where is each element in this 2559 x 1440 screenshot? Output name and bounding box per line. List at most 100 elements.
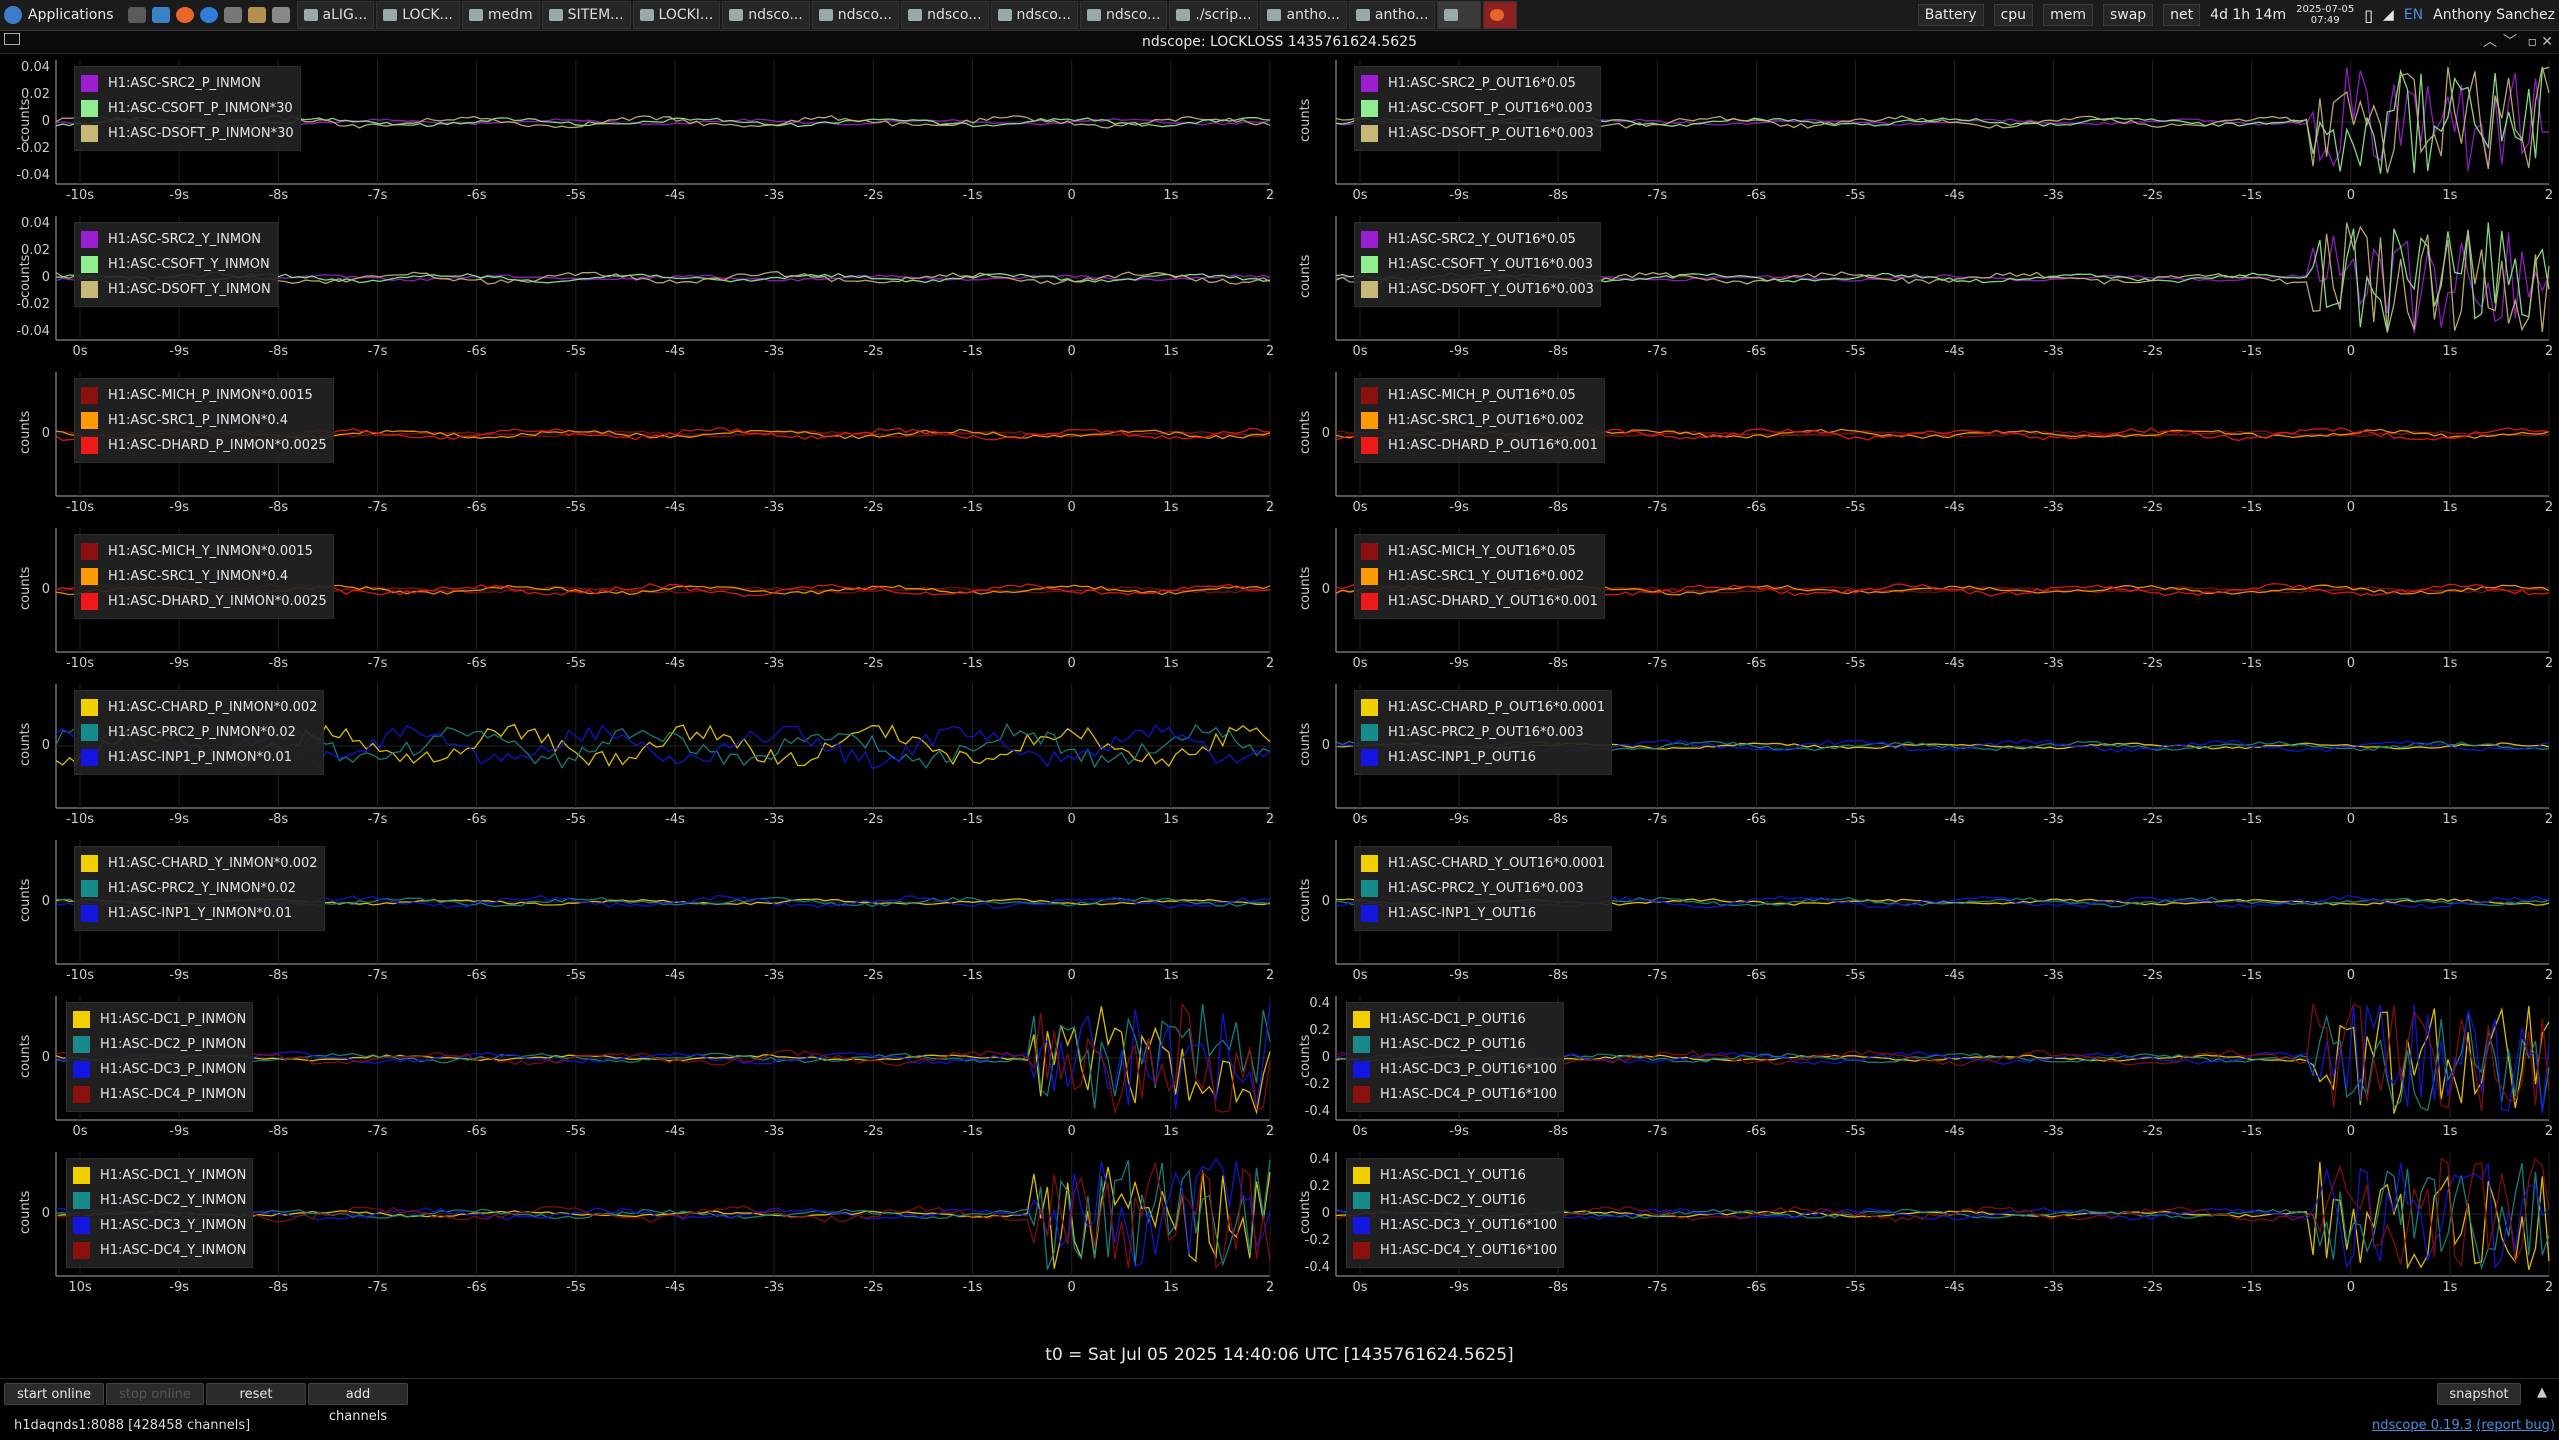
legend-entry[interactable]: H1:ASC-DC1_P_OUT16 (1353, 1007, 1557, 1032)
legend-entry[interactable]: H1:ASC-MICH_P_INMON*0.0015 (81, 383, 327, 408)
task-button[interactable]: LOCK... (376, 1, 460, 29)
add-channels-button[interactable]: add channels (308, 1383, 408, 1424)
task-button[interactable]: ndsco... (990, 1, 1078, 29)
legend-entry[interactable]: H1:ASC-MICH_Y_OUT16*0.05 (1361, 539, 1598, 564)
legend-entry[interactable]: H1:ASC-SRC1_Y_OUT16*0.002 (1361, 564, 1598, 589)
task-button[interactable]: SITEM... (541, 1, 631, 29)
legend-entry[interactable]: H1:ASC-DC2_P_OUT16 (1353, 1032, 1557, 1057)
maximize-icon[interactable]: ▫ (2528, 31, 2538, 53)
legend-entry[interactable]: H1:ASC-CSOFT_P_INMON*30 (81, 96, 294, 121)
mem-monitor[interactable]: mem (2043, 4, 2093, 26)
plot-legend[interactable]: H1:ASC-MICH_Y_INMON*0.0015 H1:ASC-SRC1_Y_… (74, 534, 334, 619)
tools-launcher-icon[interactable] (247, 7, 266, 23)
plot-legend[interactable]: H1:ASC-MICH_Y_OUT16*0.05 H1:ASC-SRC1_Y_OU… (1354, 534, 1605, 619)
legend-entry[interactable]: H1:ASC-PRC2_P_OUT16*0.003 (1361, 720, 1605, 745)
task-button[interactable]: ndsco... (1079, 1, 1168, 29)
legend-entry[interactable]: H1:ASC-DHARD_P_OUT16*0.001 (1361, 433, 1598, 458)
window-menu-icon[interactable] (4, 33, 20, 45)
legend-entry[interactable]: H1:ASC-DC3_Y_OUT16*100 (1353, 1213, 1557, 1238)
legend-entry[interactable]: H1:ASC-SRC1_Y_INMON*0.4 (81, 564, 327, 589)
plot-panel[interactable]: 0s -9s -8s -7s -6s -5s -4s -3s -2s -1s 0 1s 2 counts H… (1280, 60, 2559, 210)
applications-menu[interactable]: Applications (0, 0, 122, 30)
legend-entry[interactable]: H1:ASC-INP1_Y_OUT16 (1361, 901, 1605, 926)
plot-legend[interactable]: H1:ASC-CHARD_P_INMON*0.002 H1:ASC-PRC2_P_… (74, 690, 325, 775)
firefox-launcher-icon[interactable] (175, 7, 194, 23)
plot-legend[interactable]: H1:ASC-SRC2_Y_INMON H1:ASC-CSOFT_Y_INMON H… (74, 222, 278, 307)
plot-legend[interactable]: H1:ASC-DC1_P_OUT16 H1:ASC-DC2_P_OUT16 H1:A… (1346, 1002, 1565, 1112)
legend-entry[interactable]: H1:ASC-DC3_P_INMON (73, 1057, 246, 1082)
task-button[interactable]: ndsco... (901, 1, 989, 29)
plot-legend[interactable]: H1:ASC-CHARD_Y_INMON*0.002 H1:ASC-PRC2_Y_… (74, 846, 325, 931)
legend-entry[interactable]: H1:ASC-SRC2_Y_INMON (81, 227, 271, 252)
plot-legend[interactable]: H1:ASC-MICH_P_OUT16*0.05 H1:ASC-SRC1_P_OU… (1354, 378, 1605, 463)
swap-monitor[interactable]: swap (2102, 4, 2154, 26)
task-firefox[interactable] (1483, 1, 1518, 29)
plot-panel[interactable]: 0s -9s -8s -7s -6s -5s -4s -3s -2s -1s 0 1s 2 0.4 0.2 0… (1280, 1152, 2559, 1302)
legend-entry[interactable]: H1:ASC-DSOFT_Y_INMON (81, 277, 271, 302)
task-active-window[interactable] (1437, 1, 1482, 29)
plot-panel[interactable]: 10s -9s -8s -7s -6s -5s -4s -3s -2s -1s 0 1s 2 0 count… (0, 1152, 1280, 1302)
legend-entry[interactable]: H1:ASC-DHARD_Y_INMON*0.0025 (81, 589, 327, 614)
plot-panel[interactable]: -10s -9s -8s -7s -6s -5s -4s -3s -2s -1s 0 1s 2 0 coun… (0, 684, 1280, 834)
legend-entry[interactable]: H1:ASC-SRC2_Y_OUT16*0.05 (1361, 227, 1594, 252)
legend-entry[interactable]: H1:ASC-DC4_Y_OUT16*100 (1353, 1238, 1557, 1263)
task-button[interactable]: LOCKI... (632, 1, 721, 29)
plot-legend[interactable]: H1:ASC-DC1_Y_OUT16 H1:ASC-DC2_Y_OUT16 H1:A… (1346, 1158, 1565, 1268)
net-monitor[interactable]: net (2163, 4, 2201, 26)
legend-entry[interactable]: H1:ASC-DSOFT_P_INMON*30 (81, 121, 294, 146)
legend-entry[interactable]: H1:ASC-DSOFT_P_OUT16*0.003 (1361, 121, 1594, 146)
terminal-launcher-icon[interactable] (127, 7, 146, 23)
legend-entry[interactable]: H1:ASC-DSOFT_Y_OUT16*0.003 (1361, 277, 1594, 302)
legend-entry[interactable]: H1:ASC-CSOFT_P_OUT16*0.003 (1361, 96, 1594, 121)
legend-entry[interactable]: H1:ASC-INP1_P_OUT16 (1361, 745, 1605, 770)
legend-entry[interactable]: H1:ASC-PRC2_P_INMON*0.02 (81, 720, 317, 745)
plot-panel[interactable]: -10s -9s -8s -7s -6s -5s -4s -3s -2s -1s 0 1s 2 0.04 0… (0, 60, 1280, 210)
legend-entry[interactable]: H1:ASC-INP1_Y_INMON*0.01 (81, 901, 318, 926)
plot-panel[interactable]: 0s -9s -8s -7s -6s -5s -4s -3s -2s -1s 0 1s 2 0 counts… (1280, 528, 2559, 678)
legend-entry[interactable]: H1:ASC-DHARD_P_INMON*0.0025 (81, 433, 327, 458)
legend-entry[interactable]: H1:ASC-CSOFT_Y_OUT16*0.003 (1361, 252, 1594, 277)
legend-entry[interactable]: H1:ASC-SRC2_P_OUT16*0.05 (1361, 71, 1594, 96)
task-button[interactable]: medm (461, 1, 540, 29)
legend-entry[interactable]: H1:ASC-CHARD_Y_OUT16*0.0001 (1361, 851, 1605, 876)
legend-entry[interactable]: H1:ASC-MICH_Y_INMON*0.0015 (81, 539, 327, 564)
plot-panel[interactable]: -10s -9s -8s -7s -6s -5s -4s -3s -2s -1s 0 1s 2 0 coun… (0, 840, 1280, 990)
version-link[interactable]: ndscope 0.19.3 (2372, 1418, 2472, 1433)
legend-entry[interactable]: H1:ASC-CHARD_Y_INMON*0.002 (81, 851, 318, 876)
legend-entry[interactable]: H1:ASC-MICH_P_OUT16*0.05 (1361, 383, 1598, 408)
legend-entry[interactable]: H1:ASC-DC3_Y_INMON (73, 1213, 246, 1238)
task-button[interactable]: antho... (1260, 1, 1347, 29)
network-icon[interactable]: ◢ (2383, 7, 2394, 23)
legend-entry[interactable]: H1:ASC-CSOFT_Y_INMON (81, 252, 271, 277)
task-button[interactable]: ndsco... (722, 1, 810, 29)
task-button[interactable]: antho... (1348, 1, 1436, 29)
plot-panel[interactable]: -10s -9s -8s -7s -6s -5s -4s -3s -2s -1s 0 1s 2 0 coun… (0, 372, 1280, 522)
plot-panel[interactable]: 0s -9s -8s -7s -6s -5s -4s -3s -2s -1s 0 1s 2 counts H… (1280, 216, 2559, 366)
reset-button[interactable]: reset (206, 1383, 306, 1405)
legend-entry[interactable]: H1:ASC-DC4_Y_INMON (73, 1238, 246, 1263)
minimize-icon[interactable]: ︿ (2483, 31, 2497, 53)
legend-entry[interactable]: H1:ASC-CHARD_P_OUT16*0.0001 (1361, 695, 1605, 720)
plot-panel[interactable]: 0s -9s -8s -7s -6s -5s -4s -3s -2s -1s 0 1s 2 0 counts… (0, 996, 1280, 1146)
legend-entry[interactable]: H1:ASC-DC1_Y_OUT16 (1353, 1163, 1557, 1188)
legend-entry[interactable]: H1:ASC-CHARD_P_INMON*0.002 (81, 695, 317, 720)
start-online-button[interactable]: start online (4, 1383, 104, 1405)
plot-panel[interactable]: 0s -9s -8s -7s -6s -5s -4s -3s -2s -1s 0 1s 2 0.4 0.2 0… (1280, 996, 2559, 1146)
legend-entry[interactable]: H1:ASC-INP1_P_INMON*0.01 (81, 745, 317, 770)
plot-legend[interactable]: H1:ASC-SRC2_P_INMON H1:ASC-CSOFT_P_INMON*… (74, 66, 301, 151)
plot-panel[interactable]: -10s -9s -8s -7s -6s -5s -4s -3s -2s -1s 0 1s 2 0 coun… (0, 528, 1280, 678)
plot-legend[interactable]: H1:ASC-MICH_P_INMON*0.0015 H1:ASC-SRC1_P_… (74, 378, 334, 463)
plot-legend[interactable]: H1:ASC-CHARD_Y_OUT16*0.0001 H1:ASC-PRC2_Y… (1354, 846, 1613, 931)
close-icon[interactable]: ✕ (2541, 31, 2553, 53)
chromium-launcher-icon[interactable] (199, 7, 218, 23)
legend-entry[interactable]: H1:ASC-DC2_Y_OUT16 (1353, 1188, 1557, 1213)
legend-entry[interactable]: H1:ASC-DC2_P_INMON (73, 1032, 246, 1057)
plot-panel[interactable]: 0s -9s -8s -7s -6s -5s -4s -3s -2s -1s 0 1s 2 0.04 0.0… (0, 216, 1280, 366)
task-button[interactable]: ndsco... (811, 1, 900, 29)
plot-panel[interactable]: 0s -9s -8s -7s -6s -5s -4s -3s -2s -1s 0 1s 2 0 counts… (1280, 372, 2559, 522)
report-bug-link[interactable]: (report bug) (2476, 1418, 2555, 1433)
plot-legend[interactable]: H1:ASC-DC1_P_INMON H1:ASC-DC2_P_INMON H1:A… (66, 1002, 254, 1112)
legend-entry[interactable]: H1:ASC-SRC1_P_INMON*0.4 (81, 408, 327, 433)
task-button[interactable]: aLIG... (296, 1, 375, 29)
legend-entry[interactable]: H1:ASC-PRC2_Y_INMON*0.02 (81, 876, 318, 901)
